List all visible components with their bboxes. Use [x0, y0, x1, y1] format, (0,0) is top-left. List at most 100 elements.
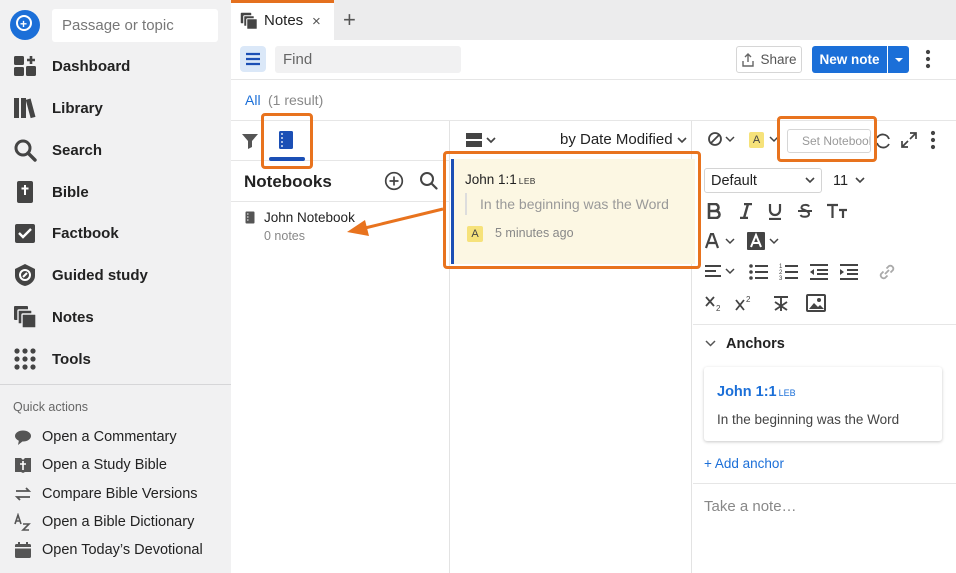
sidebar-item-tools[interactable]: Tools: [0, 339, 231, 379]
notes-toolbar: Share New note: [231, 40, 956, 80]
filter-funnel-icon[interactable]: [241, 132, 259, 153]
quick-action-label: Compare Bible Versions: [42, 486, 198, 502]
quick-action-label: Open a Commentary: [42, 429, 177, 445]
chevron-down-icon: [705, 340, 716, 347]
sort-dropdown[interactable]: by Date Modified: [560, 131, 687, 148]
text-size-icon[interactable]: [825, 199, 849, 223]
font-family-select[interactable]: Default: [704, 168, 822, 193]
passage-search-input[interactable]: [52, 9, 218, 42]
highlight-color-icon[interactable]: [746, 229, 782, 253]
sidebar-item-notes[interactable]: Notes: [0, 297, 231, 337]
find-input[interactable]: [275, 46, 461, 73]
highlight-style-badge: A: [749, 132, 764, 149]
note-body-placeholder[interactable]: Take a note…: [704, 498, 797, 515]
new-note-button[interactable]: New note: [812, 46, 887, 73]
svg-text:3: 3: [779, 276, 783, 281]
indent-icon[interactable]: [838, 260, 860, 284]
superscript-icon[interactable]: 2: [734, 291, 756, 315]
expand-icon[interactable]: [901, 132, 917, 151]
anchor-text: In the beginning was the Word: [717, 412, 900, 427]
layout-toggle-icon[interactable]: [465, 133, 497, 151]
logos-logo-icon[interactable]: +: [10, 10, 40, 40]
new-note-dropdown-button[interactable]: [888, 46, 909, 73]
anchors-title: Anchors: [726, 336, 785, 352]
sidebar-divider: [0, 384, 231, 385]
outdent-icon[interactable]: [808, 260, 830, 284]
sidebar-item-label: Notes: [52, 308, 94, 326]
search-notebooks-icon[interactable]: [419, 171, 438, 193]
insert-image-icon[interactable]: [805, 291, 827, 315]
anchors-section-toggle[interactable]: Anchors: [705, 336, 785, 352]
strikethrough-icon[interactable]: [795, 199, 815, 223]
notes-list-panel: by Date Modified John 1:1 LEB In the begi…: [443, 121, 701, 573]
dictionary-icon: [13, 512, 33, 532]
add-anchor-link[interactable]: + Add anchor: [704, 456, 784, 471]
bullet-list-icon[interactable]: [748, 260, 770, 284]
close-tab-icon[interactable]: ×: [312, 13, 321, 30]
callout-highlight-note-card: [443, 151, 701, 269]
sort-label: by Date Modified: [560, 131, 673, 148]
bold-icon[interactable]: [704, 199, 724, 223]
quick-action-label: Open Today’s Devotional: [42, 542, 203, 558]
chevron-down-icon: [805, 177, 815, 184]
highlight-style-dropdown[interactable]: A: [749, 131, 780, 149]
anchor-card[interactable]: John 1:1 LEB In the beginning was the Wor…: [704, 367, 942, 441]
notes-icon: [240, 12, 258, 33]
separator: [693, 483, 956, 484]
numbered-list-icon[interactable]: 123: [778, 260, 800, 284]
sidebar-item-factbook[interactable]: Factbook: [0, 213, 231, 253]
dashboard-icon: [12, 53, 38, 79]
sidebar-item-label: Factbook: [52, 224, 119, 242]
sidebar: + Dashboard Library Search Bible Factboo…: [0, 0, 231, 573]
clear-format-icon[interactable]: [770, 291, 792, 315]
bible-icon: [12, 179, 38, 205]
panel-menu-button[interactable]: [240, 46, 266, 72]
italic-icon[interactable]: [736, 199, 756, 223]
factbook-icon: [12, 220, 38, 246]
study-bible-icon: [13, 455, 33, 475]
hamburger-icon: [246, 52, 260, 66]
compare-icon: [13, 484, 33, 504]
sidebar-item-search[interactable]: Search: [0, 130, 231, 170]
anchor-reference[interactable]: John 1:1 LEB: [717, 384, 796, 400]
separator: [693, 324, 956, 325]
notebook-count: 0 notes: [264, 229, 306, 243]
sidebar-item-dashboard[interactable]: Dashboard: [0, 46, 231, 86]
link-icon[interactable]: [876, 260, 898, 284]
notebooks-title: Notebooks: [244, 172, 332, 191]
quick-action-dictionary[interactable]: Open a Bible Dictionary: [0, 509, 231, 535]
add-notebook-icon[interactable]: [384, 171, 404, 194]
subscript-icon[interactable]: 2: [704, 291, 726, 315]
sidebar-item-label: Guided study: [52, 266, 148, 284]
notebook-name[interactable]: John Notebook: [264, 210, 355, 225]
anchor-reference-text: John 1:1: [717, 384, 777, 400]
more-options-icon[interactable]: [925, 49, 931, 72]
quick-action-study-bible[interactable]: Open a Study Bible: [0, 452, 231, 478]
filter-all-link[interactable]: All: [245, 92, 261, 108]
note-editor-panel: A Set Notebook Default 11 123 2 2 Anchor…: [693, 116, 956, 573]
separator: [231, 201, 450, 202]
quick-action-devotional[interactable]: Open Today’s Devotional: [0, 537, 231, 563]
share-button[interactable]: Share: [736, 46, 802, 73]
add-tab-button[interactable]: +: [343, 7, 356, 33]
caret-down-icon: [894, 57, 903, 62]
tab-notes[interactable]: Notes ×: [231, 0, 334, 40]
font-size-select[interactable]: 11: [827, 168, 871, 193]
sidebar-item-label: Bible: [52, 183, 89, 201]
callout-highlight-set-notebook: [777, 116, 877, 162]
result-count: (1 result): [268, 92, 324, 108]
quick-actions-title: Quick actions: [13, 400, 89, 414]
svg-text:2: 2: [716, 304, 721, 312]
more-options-icon[interactable]: [930, 130, 936, 153]
align-icon[interactable]: [704, 260, 738, 284]
font-size-value: 11: [833, 172, 849, 189]
clear-style-icon[interactable]: [707, 131, 739, 150]
share-label: Share: [760, 52, 797, 67]
underline-icon[interactable]: [765, 199, 785, 223]
quick-action-commentary[interactable]: Open a Commentary: [0, 424, 231, 450]
sidebar-item-bible[interactable]: Bible: [0, 172, 231, 212]
sidebar-item-guided-study[interactable]: Guided study: [0, 255, 231, 295]
quick-action-compare[interactable]: Compare Bible Versions: [0, 481, 231, 507]
sidebar-item-library[interactable]: Library: [0, 88, 231, 128]
text-color-icon[interactable]: [704, 229, 738, 253]
